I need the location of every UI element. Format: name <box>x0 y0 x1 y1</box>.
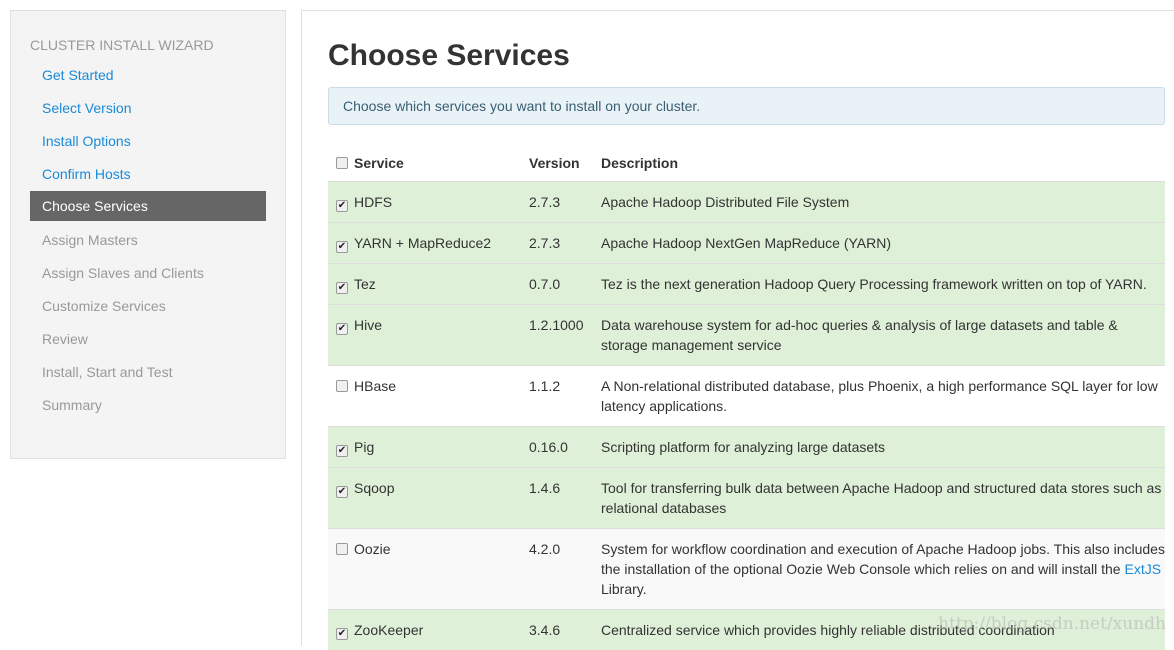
wizard-step[interactable]: Get Started <box>30 63 266 96</box>
wizard-sidebar: Cluster Install Wizard Get Started Select… <box>10 10 286 459</box>
wizard-step[interactable]: Choose Services <box>30 191 266 221</box>
service-checkbox[interactable]: ✔ <box>336 281 348 294</box>
service-checkbox[interactable]: ✔ <box>336 240 348 253</box>
services-table: Service Version Description ✔ HDFS 2.7.3 Ap… <box>328 146 1165 650</box>
wizard-step: Assign Slaves and Clients <box>42 265 204 281</box>
wizard-step[interactable]: Install Options <box>30 129 266 162</box>
service-description: Apache Hadoop NextGen MapReduce (YARN) <box>601 234 892 251</box>
service-name: YARN + MapReduce2 <box>354 234 492 251</box>
service-name: Tez <box>354 275 376 292</box>
wizard-step: Customize Services <box>42 298 166 314</box>
service-row: ✔ Tez 0.7.0 Tez is the next generation Hado… <box>328 262 1165 304</box>
service-name: HBase <box>354 377 397 394</box>
wizard-step: Review <box>42 331 88 347</box>
service-name: ZooKeeper <box>354 621 424 638</box>
wizard-step[interactable]: Select Version <box>30 96 266 129</box>
page-title: Choose Services <box>328 39 570 72</box>
service-checkbox[interactable]: ✔ <box>336 627 348 640</box>
wizard-title: Cluster Install Wizard <box>30 37 214 53</box>
select-all-checkbox[interactable] <box>336 157 348 170</box>
info-alert: Choose which services you want to instal… <box>328 87 1165 125</box>
service-row: ✔ Hive 1.2.1000 Data warehouse system for a… <box>328 303 1165 365</box>
service-header: Service <box>328 146 529 181</box>
service-description-end: Library. <box>601 580 647 597</box>
service-name: HDFS <box>354 193 393 210</box>
service-version: 1.2.1000 <box>529 303 601 365</box>
service-version: 1.1.2 <box>529 364 601 426</box>
service-checkbox[interactable]: ✔ <box>336 485 348 498</box>
service-description: Tool for transferring bulk data between … <box>601 479 1162 516</box>
service-version: 0.16.0 <box>529 425 601 467</box>
service-description: Scripting platform for analyzing large d… <box>601 438 886 455</box>
wizard-step: Install, Start and Test <box>42 364 173 380</box>
service-checkbox[interactable]: ✔ <box>336 322 348 335</box>
service-name: Hive <box>354 316 383 333</box>
service-checkbox[interactable] <box>336 542 348 555</box>
service-version: 1.4.6 <box>529 466 601 528</box>
service-version: 2.7.3 <box>529 180 601 222</box>
version-header: Version <box>529 155 580 172</box>
service-row: ✔ Pig 0.16.0 Scripting platform for analyzi… <box>328 425 1165 467</box>
service-name: Sqoop <box>354 479 395 496</box>
service-version: 0.7.0 <box>529 262 601 304</box>
service-row: Oozie 4.2.0 System for workflow coordinati… <box>328 527 1165 609</box>
service-version: 3.4.6 <box>529 608 601 650</box>
service-row: ✔ YARN + MapReduce2 2.7.3 Apache Hadoop Nex… <box>328 221 1165 263</box>
service-checkbox[interactable]: ✔ <box>336 444 348 457</box>
service-name: Oozie <box>354 540 391 557</box>
description-header: Description <box>601 155 679 172</box>
service-description: Apache Hadoop Distributed File System <box>601 193 850 210</box>
service-row: HBase 1.1.2 A Non-relational distributed d… <box>328 364 1165 426</box>
service-description: Tez is the next generation Hadoop Query … <box>601 275 1147 292</box>
service-row: ✔ Sqoop 1.4.6 Tool for transferring bulk da… <box>328 466 1165 528</box>
service-row: ✔ HDFS 2.7.3 Apache Hadoop Distributed File… <box>328 180 1165 222</box>
service-checkbox[interactable]: ✔ <box>336 199 348 212</box>
service-checkbox[interactable] <box>336 379 348 392</box>
wizard-step: Summary <box>42 397 102 413</box>
service-name: Pig <box>354 438 375 455</box>
service-description: System for workflow coordination and exe… <box>601 540 1165 577</box>
service-description: A Non-relational distributed database, p… <box>601 377 1158 414</box>
watermark: http://blog.csdn.net/xundh <box>938 614 1166 634</box>
service-version: 4.2.0 <box>529 527 601 609</box>
wizard-step: Assign Masters <box>42 232 138 248</box>
service-version: 2.7.3 <box>529 221 601 263</box>
service-column-label: Service <box>354 155 404 172</box>
service-description: Data warehouse system for ad-hoc queries… <box>601 316 1118 353</box>
wizard-steps: Get Started Select Version Install Options… <box>30 63 266 426</box>
main-panel: Choose Services Choose which services yo… <box>301 10 1174 650</box>
extjs-link[interactable]: ExtJS <box>1124 561 1161 577</box>
